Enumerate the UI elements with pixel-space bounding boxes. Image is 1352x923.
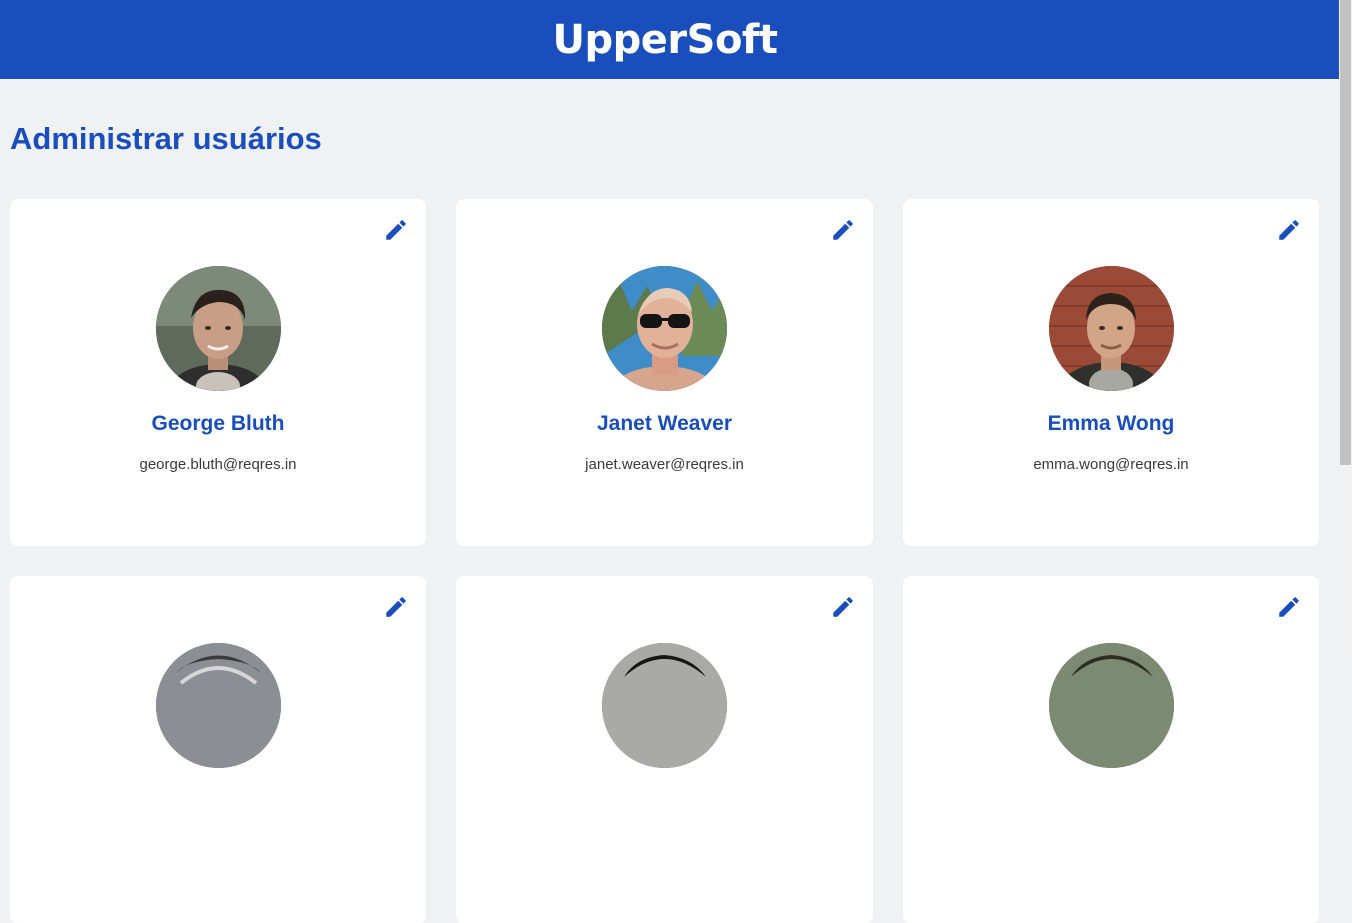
avatar [1048,643,1174,768]
user-card: Emma Wong emma.wong@reqres.in [903,199,1319,546]
user-name: Janet Weaver [596,412,733,435]
user-card [10,576,426,923]
pencil-icon [833,220,853,240]
user-card: Janet Weaver janet.weaver@reqres.in [456,199,873,546]
pencil-icon [386,220,406,240]
vertical-scrollbar[interactable] [1339,0,1352,658]
avatar [1048,266,1174,391]
user-card-grid: George Bluth george.bluth@reqres.in Jane… [10,199,1319,923]
app-header: UpperSoft [0,0,1339,79]
pencil-icon [833,597,853,617]
pencil-icon [1279,597,1299,617]
user-email: emma.wong@reqres.in [1033,456,1189,473]
avatar [155,643,281,768]
pencil-icon [386,597,406,617]
user-email: janet.weaver@reqres.in [585,456,744,473]
edit-user-button[interactable] [382,593,410,621]
page-title: Administrar usuários [10,121,322,156]
pencil-icon [1279,220,1299,240]
edit-user-button[interactable] [829,216,857,244]
edit-user-button[interactable] [829,593,857,621]
uppersoft-logo[interactable]: UpperSoft [553,17,778,63]
avatar [602,643,727,768]
avatar [155,266,281,391]
avatar [602,266,727,391]
edit-user-button[interactable] [382,216,410,244]
edit-user-button[interactable] [1275,216,1303,244]
edit-user-button[interactable] [1275,593,1303,621]
user-name: George Bluth [151,412,285,435]
user-email: george.bluth@reqres.in [139,456,297,473]
user-card [903,576,1319,923]
user-name: Emma Wong [1047,412,1175,435]
scrollbar-thumb[interactable] [1340,0,1351,465]
user-card: George Bluth george.bluth@reqres.in [10,199,426,546]
user-card [456,576,873,923]
